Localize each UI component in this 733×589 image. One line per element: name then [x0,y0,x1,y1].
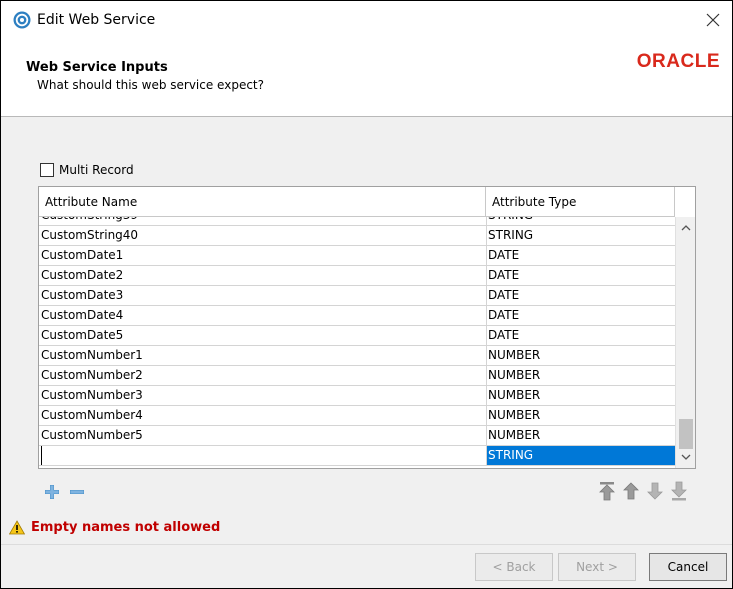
wizard-header: Web Service Inputs What should this web … [1,39,732,117]
table-body: CustomString39STRINGCustomString40STRING… [39,217,675,468]
table-row[interactable]: CustomNumber4 NUMBER [39,406,675,426]
attributes-table: Attribute Name Attribute Type CustomStri… [38,186,696,469]
close-button[interactable] [700,7,726,33]
add-row-button[interactable] [42,482,62,502]
move-down-button[interactable] [646,480,664,502]
plus-icon [45,485,59,499]
table-row[interactable]: CustomNumber2 NUMBER [39,366,675,386]
table-row[interactable]: CustomString40 STRING [39,226,675,246]
page-subtitle: What should this web service expect? [37,78,264,92]
move-to-top-button[interactable] [598,480,616,502]
back-button[interactable]: < Back [475,553,553,581]
title-bar: Edit Web Service [1,1,732,39]
attribute-type-cell[interactable]: DATE [486,326,675,345]
attribute-type-cell[interactable]: NUMBER [486,406,675,425]
oracle-logo: ORACLE [636,51,720,72]
warning-icon [9,520,25,535]
attribute-name-cell[interactable]: CustomDate4 [41,306,482,325]
attribute-type-cell[interactable]: STRING [486,217,675,225]
close-icon [706,13,720,27]
attribute-name-cell[interactable]: CustomNumber5 [41,426,482,445]
move-to-top-icon [599,482,615,501]
chevron-up-icon [681,225,691,231]
next-button[interactable]: Next > [558,553,636,581]
validation-message: Empty names not allowed [9,520,220,535]
attribute-type-cell[interactable]: DATE [486,306,675,325]
attribute-name-cell[interactable]: CustomNumber4 [41,406,482,425]
multi-record-option[interactable]: Multi Record [40,162,134,178]
attribute-name-cell[interactable]: CustomNumber1 [41,346,482,365]
table-row[interactable]: CustomString39 STRING [39,217,675,226]
attribute-type-cell[interactable]: DATE [486,266,675,285]
table-row[interactable]: CustomDate3 DATE [39,286,675,306]
attribute-name-cell[interactable]: CustomString39 [41,217,482,225]
vertical-scrollbar[interactable] [675,217,695,468]
attribute-type-cell[interactable]: STRING [486,226,675,245]
table-row[interactable]: CustomNumber5 NUMBER [39,426,675,446]
warning-text: Empty names not allowed [31,520,221,535]
table-row[interactable]: CustomDate5 DATE [39,326,675,346]
scroll-thumb[interactable] [679,419,693,449]
move-down-icon [647,482,663,500]
attribute-type-cell[interactable]: STRING [486,446,675,465]
chevron-down-icon [681,454,691,460]
table-row[interactable]: CustomNumber3 NUMBER [39,386,675,406]
move-to-bottom-icon [671,481,687,501]
column-header-attribute-type[interactable]: Attribute Type [486,187,675,217]
attribute-name-cell[interactable] [41,446,482,465]
attribute-type-cell[interactable]: NUMBER [486,426,675,445]
table-row[interactable]: CustomDate2 DATE [39,266,675,286]
footer-divider [1,544,732,545]
move-up-icon [623,482,639,500]
cancel-button[interactable]: Cancel [649,553,727,581]
move-up-button[interactable] [622,480,640,502]
attribute-name-cell[interactable]: CustomString40 [41,226,482,245]
table-row[interactable]: CustomDate4 DATE [39,306,675,326]
scroll-down-button[interactable] [676,448,696,466]
multi-record-label: Multi Record [59,163,134,177]
attribute-type-cell[interactable]: DATE [486,246,675,265]
column-header-attribute-name[interactable]: Attribute Name [39,187,486,217]
attribute-type-cell[interactable]: DATE [486,286,675,305]
minus-icon [70,490,84,494]
attribute-name-cell[interactable]: CustomNumber2 [41,366,482,385]
remove-row-button[interactable] [67,482,87,502]
attribute-name-cell[interactable]: CustomDate1 [41,246,482,265]
window-title: Edit Web Service [37,12,156,28]
table-header: Attribute Name Attribute Type [39,187,675,217]
move-to-bottom-button[interactable] [670,480,688,502]
multi-record-checkbox[interactable] [40,163,54,177]
table-row[interactable]: STRING [39,446,675,466]
table-row[interactable]: CustomNumber1 NUMBER [39,346,675,366]
table-row[interactable]: CustomDate1 DATE [39,246,675,266]
attribute-name-cell[interactable]: CustomDate3 [41,286,482,305]
attribute-name-cell[interactable]: CustomDate5 [41,326,482,345]
attribute-name-cell[interactable]: CustomDate2 [41,266,482,285]
attribute-type-cell[interactable]: NUMBER [486,366,675,385]
attribute-type-cell[interactable]: NUMBER [486,386,675,405]
edit-web-service-dialog: Edit Web Service Web Service Inputs What… [0,0,733,589]
scroll-up-button[interactable] [676,219,696,237]
page-title: Web Service Inputs [26,60,168,75]
attribute-type-cell[interactable]: NUMBER [486,346,675,365]
app-icon [13,11,31,29]
attribute-name-cell[interactable]: CustomNumber3 [41,386,482,405]
